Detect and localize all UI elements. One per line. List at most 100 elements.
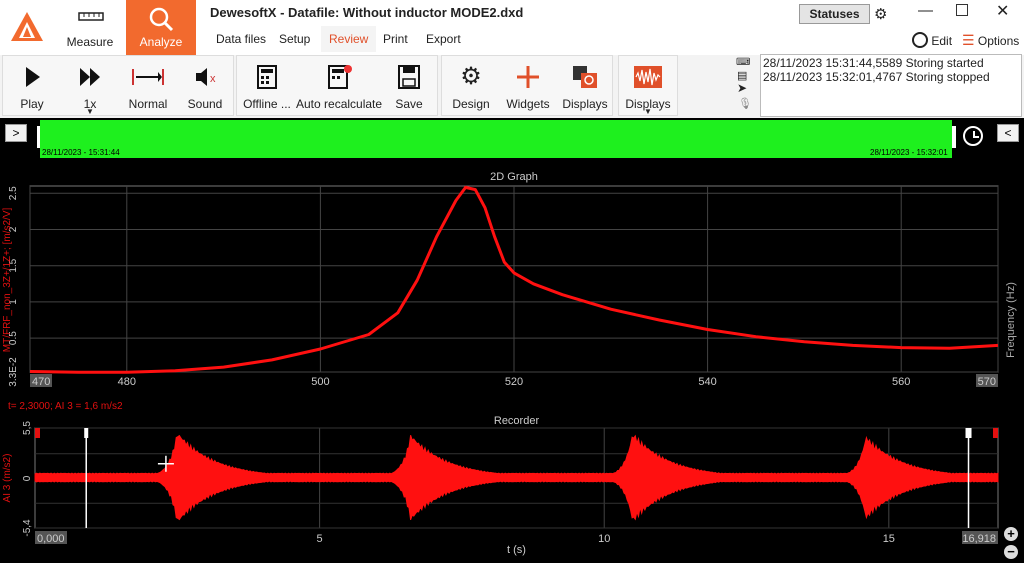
log-entry: 28/11/2023 15:32:01,4767 Storing stopped [763, 70, 990, 84]
y-tick-label: 2.5 [8, 186, 19, 200]
menu-data-files[interactable]: Data files [216, 32, 266, 46]
graph-2d-panel[interactable]: 470 480 500 520 540 560 570 3.3E-2 0.5 1 1.5 2 2.5 2D… [0, 160, 1024, 396]
clock-icon[interactable] [963, 126, 983, 146]
cursor-icon[interactable]: ➤ [737, 81, 747, 95]
timeline-start-label: 28/11/2023 - 15:31:44 [42, 148, 120, 157]
zoom-out-icon[interactable]: − [1004, 545, 1018, 559]
displays-button[interactable]: Displays [557, 55, 613, 116]
recorder-title: Recorder [494, 415, 540, 427]
y-tick-label: 3.3E-2 [8, 357, 19, 387]
graph-title: 2D Graph [490, 171, 538, 183]
close-button[interactable]: ✕ [996, 1, 1009, 21]
play-icon [4, 65, 60, 89]
y-axis-label: MT/FRF_non_3Z+/1Z+; [m/s2/V] [2, 208, 13, 353]
measure-label: Measure [66, 35, 114, 49]
x-tick-label: 15 [883, 533, 895, 545]
x-tick-label: 480 [118, 376, 136, 388]
x-tick-label: 16,918 [962, 533, 996, 545]
right-marker-handle [965, 428, 972, 438]
event-log: 28/11/2023 15:31:44,5589 Storing started… [760, 54, 1022, 117]
displays-dropdown-button[interactable]: Displays ▼ [620, 55, 676, 116]
top-bar: Measure Analyze DewesoftX - Datafile: Wi… [0, 0, 1024, 55]
chevron-down-icon: ▼ [86, 107, 94, 116]
save-button[interactable]: Save [382, 55, 436, 116]
statuses-button[interactable]: Statuses [799, 4, 870, 24]
timeline-end-label: 28/11/2023 - 15:32:01 [870, 148, 948, 157]
x-tick-label: 10 [598, 533, 610, 545]
options-button[interactable]: ☰ Options [962, 32, 1019, 49]
recorder-svg[interactable]: t= 2,3000; AI 3 = 1,6 m/s2 Recorder 5,5 0 -5… [0, 396, 1024, 563]
design-button[interactable]: ⚙ Design [443, 55, 499, 116]
compass-icon [912, 32, 928, 48]
edit-label: Edit [931, 34, 953, 48]
design-label: Design [452, 97, 490, 111]
normal-button[interactable]: Normal [118, 55, 178, 116]
speaker-mute-icon: x [178, 65, 232, 89]
x-tick-label: 500 [311, 376, 329, 388]
save-label: Save [395, 97, 423, 111]
expand-left-button[interactable]: > [5, 124, 27, 142]
play-label: Play [20, 97, 44, 111]
gear-icon: ⚙ [460, 63, 482, 90]
x-tick-label: 470 [32, 376, 50, 388]
chevron-down-icon: ▼ [644, 107, 652, 116]
calculator-icon [238, 65, 296, 89]
measure-mode-button[interactable]: Measure [58, 0, 122, 55]
dewesoft-logo [10, 10, 44, 44]
left-channel-handle [35, 428, 40, 438]
menu-setup[interactable]: Setup [279, 32, 310, 46]
widgets-button[interactable]: Widgets [500, 55, 556, 116]
keyboard-icon[interactable]: ⌨ [736, 57, 750, 68]
x-tick-label: 560 [892, 376, 910, 388]
x-tick-label: 0,000 [37, 533, 65, 545]
y-tick-label: -5,4 [22, 519, 33, 537]
x-tick-label: 5 [317, 533, 323, 545]
y-tick-label: 5,5 [22, 421, 33, 435]
plus-icon [500, 65, 556, 89]
floppy-disk-icon [382, 65, 436, 89]
analyze-mode-button[interactable]: Analyze [126, 0, 196, 55]
left-marker-handle [84, 428, 89, 438]
analyze-label: Analyze [139, 35, 183, 49]
svg-text:x: x [210, 73, 216, 85]
offline-button[interactable]: Offline ... [238, 55, 296, 116]
microphone-icon[interactable]: 🎙 [738, 97, 752, 110]
displays-icon [557, 65, 613, 89]
menu-export[interactable]: Export [426, 32, 461, 46]
ruler-icon [78, 10, 104, 25]
timeline-overview[interactable] [40, 120, 952, 158]
y-axis-label: AI 3 (m/s2) [2, 454, 13, 503]
displays-label: Displays [562, 97, 608, 111]
search-icon [148, 6, 174, 35]
minimize-button[interactable]: — [918, 2, 933, 19]
x-tick-label: 540 [698, 376, 716, 388]
sound-label: Sound [187, 97, 223, 111]
graph-2d-svg[interactable]: 470 480 500 520 540 560 5703.3E-20.511.522.52D… [0, 160, 1024, 396]
x-axis-label: t (s) [507, 544, 526, 556]
sound-button[interactable]: x Sound [178, 55, 232, 116]
expand-right-button[interactable]: < [997, 124, 1019, 142]
play-button[interactable]: Play [4, 55, 60, 116]
arrow-to-line-icon [118, 65, 178, 89]
zoom-in-icon[interactable]: + [1004, 527, 1018, 541]
x-tick-label: 520 [505, 376, 523, 388]
options-label: Options [977, 34, 1020, 48]
auto-recalculate-button[interactable]: Auto recalculate [296, 55, 383, 116]
maximize-button[interactable] [956, 4, 968, 16]
auto-recalculate-label: Auto recalculate [296, 97, 383, 111]
right-channel-handle [993, 428, 998, 438]
log-entry: 28/11/2023 15:31:44,5589 Storing started [763, 56, 984, 70]
timeline-right-handle[interactable] [952, 126, 956, 148]
window-title: DewesoftX - Datafile: Without inductor M… [210, 5, 524, 20]
speed-button[interactable]: 1x ▼ [62, 55, 118, 116]
menu-print[interactable]: Print [383, 32, 408, 46]
calculator-record-icon [296, 65, 380, 89]
y-tick-label: 0 [22, 475, 33, 481]
edit-button[interactable]: Edit [912, 32, 952, 48]
x-axis-label: Frequency (Hz) [1005, 282, 1017, 358]
gear-icon[interactable]: ⚙ [874, 5, 887, 23]
recorder-panel[interactable]: t= 2,3000; AI 3 = 1,6 m/s2 Recorder 5,5 0 -5… [0, 396, 1024, 563]
menu-review[interactable]: Review [321, 26, 377, 52]
waveform-icon [620, 65, 676, 89]
widgets-label: Widgets [506, 97, 550, 111]
